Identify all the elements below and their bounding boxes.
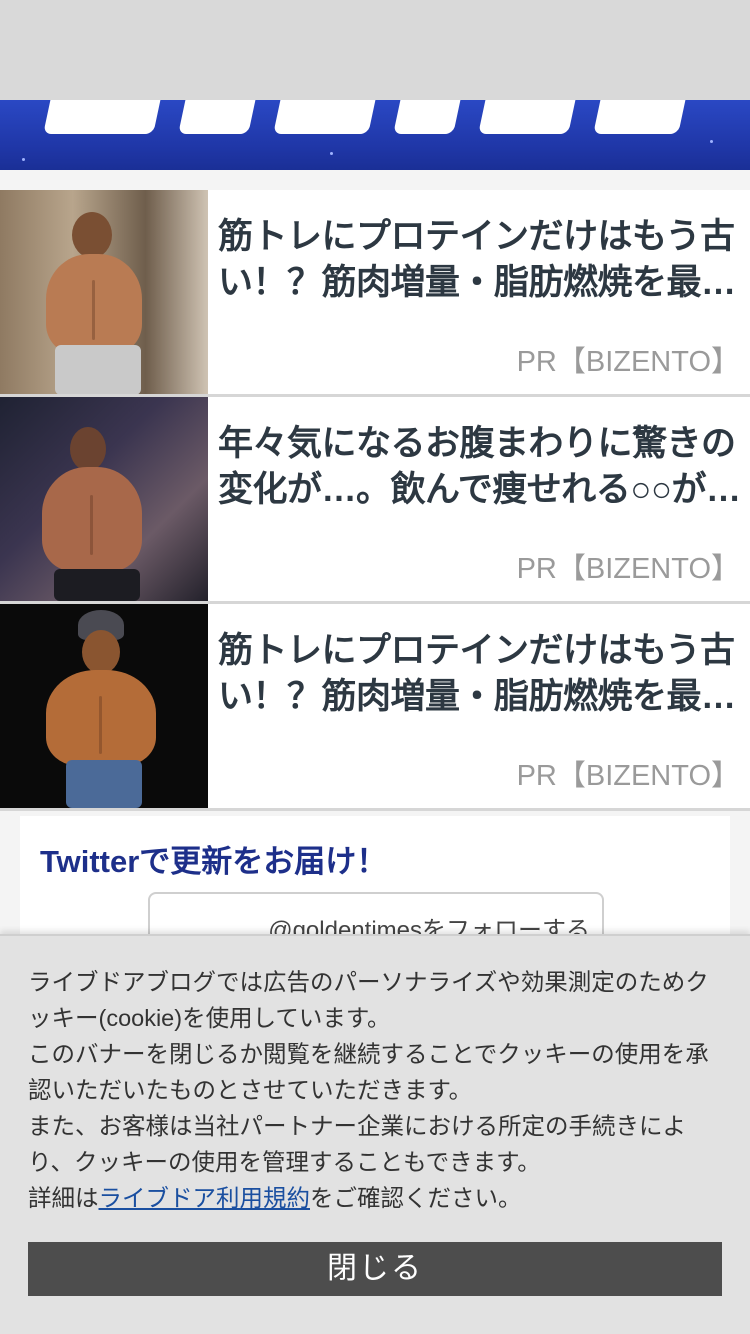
ad-title[interactable]: 年々気になるお腹まわりに驚きの変化が…。飲んで痩せれる○○が… — [218, 421, 742, 513]
close-button[interactable]: 閉じる — [28, 1242, 722, 1296]
ad-text-area: 筋トレにプロテインだけはもう古い！？筋肉増量・脂肪燃焼を最… PR【BIZENT… — [208, 604, 750, 808]
site-logo-part — [393, 100, 467, 134]
photo-detail — [90, 495, 93, 555]
cookie-detail-suffix: をご確認ください。 — [310, 1185, 522, 1211]
cookie-text-line: また、お客様は当社パートナー企業における所定の手続きにより、クッキーの使用を管理… — [28, 1113, 686, 1175]
photo-jeans — [66, 760, 142, 808]
site-logo — [43, 100, 167, 134]
cookie-detail-prefix: 詳細は — [28, 1185, 99, 1211]
cookie-consent-banner: ライブドアブログでは広告のパーソナライズや効果測定のためクッキー(cookie)… — [0, 934, 750, 1334]
site-header-banner[interactable] — [0, 100, 750, 170]
ad-sponsor-label: PR【BIZENTO】 — [516, 760, 740, 792]
star-decoration — [330, 152, 333, 155]
ad-thumbnail-image — [0, 190, 208, 394]
ad-item[interactable]: 筋トレにプロテインだけはもう古い！？筋肉増量・脂肪燃焼を最… PR【BIZENT… — [0, 190, 750, 397]
photo-head — [82, 630, 120, 674]
cookie-text-line: このバナーを閉じるか閲覧を継続することでクッキーの使用を承認いただいたものとさせ… — [28, 1041, 709, 1103]
site-logo-part — [593, 100, 692, 134]
site-logo-part — [478, 100, 582, 134]
cookie-text-line: ライブドアブログでは広告のパーソナライズや効果測定のためクッキー(cookie)… — [28, 969, 709, 1031]
photo-head — [70, 427, 106, 471]
spacer — [0, 170, 750, 190]
ad-thumbnail-image — [0, 397, 208, 601]
site-logo-part — [273, 100, 382, 134]
ad-title[interactable]: 筋トレにプロテインだけはもう古い！？筋肉増量・脂肪燃焼を最… — [218, 628, 742, 720]
photo-detail — [99, 696, 102, 754]
ad-item[interactable]: 年々気になるお腹まわりに驚きの変化が…。飲んで痩せれる○○が… PR【BIZEN… — [0, 397, 750, 604]
ad-title[interactable]: 筋トレにプロテインだけはもう古い！？筋肉増量・脂肪燃焼を最… — [218, 214, 742, 306]
star-decoration — [710, 140, 713, 143]
cookie-message: ライブドアブログでは広告のパーソナライズや効果測定のためクッキー(cookie)… — [28, 964, 728, 1216]
photo-detail — [92, 280, 95, 340]
ad-item[interactable]: 筋トレにプロテインだけはもう古い！？筋肉増量・脂肪燃焼を最… PR【BIZENT… — [0, 604, 750, 811]
photo-head — [72, 212, 112, 258]
ad-sponsor-label: PR【BIZENTO】 — [516, 553, 740, 585]
site-logo-part — [178, 100, 262, 134]
browser-top-bar — [0, 0, 750, 100]
ad-thumbnail-image — [0, 604, 208, 808]
photo-pants — [54, 569, 140, 601]
cookie-detail-line: 詳細はライブドア利用規約をご確認ください。 — [28, 1180, 728, 1216]
twitter-box-title: Twitterで更新をお届け！ — [40, 844, 388, 879]
ad-text-area: 年々気になるお腹まわりに驚きの変化が…。飲んで痩せれる○○が… PR【BIZEN… — [208, 397, 750, 601]
terms-link[interactable]: ライブドア利用規約 — [99, 1185, 311, 1211]
ad-list: 筋トレにプロテインだけはもう古い！？筋肉増量・脂肪燃焼を最… PR【BIZENT… — [0, 190, 750, 811]
ad-sponsor-label: PR【BIZENTO】 — [516, 346, 740, 378]
ad-text-area: 筋トレにプロテインだけはもう古い！？筋肉増量・脂肪燃焼を最… PR【BIZENT… — [208, 190, 750, 394]
photo-pants — [55, 345, 141, 394]
star-decoration — [22, 158, 25, 161]
